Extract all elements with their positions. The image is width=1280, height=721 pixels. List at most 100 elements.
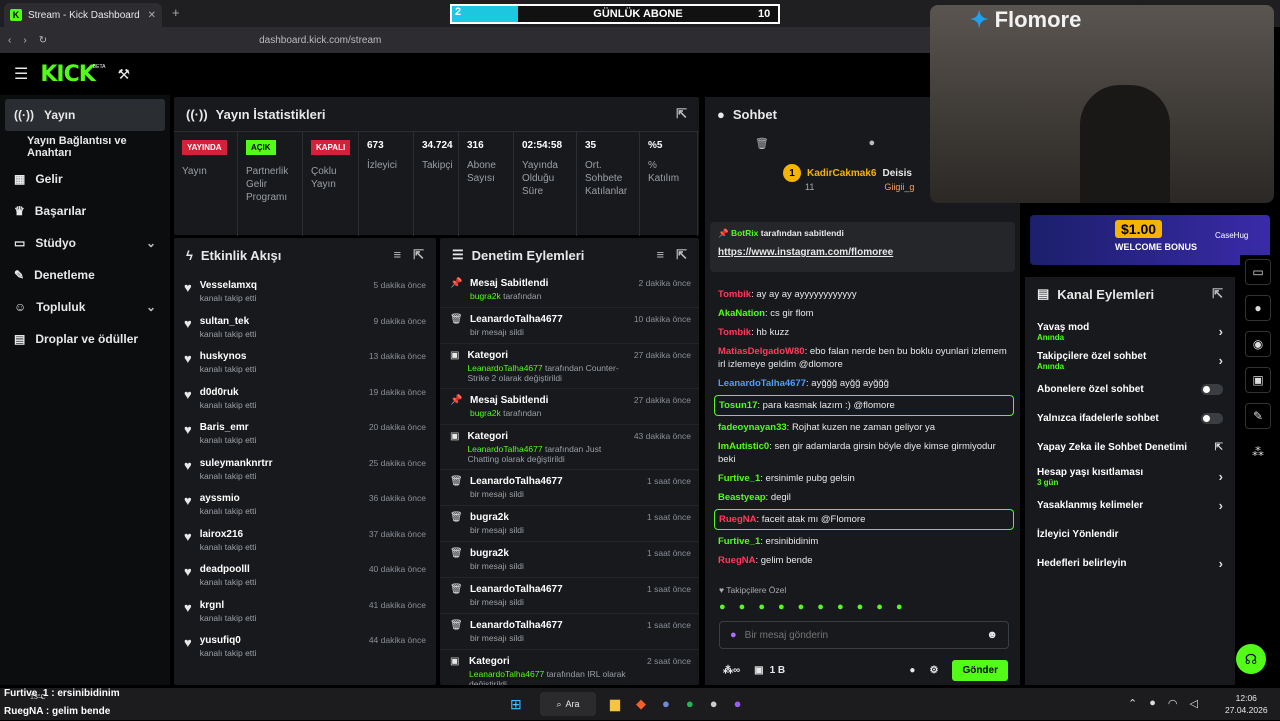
new-tab-icon[interactable]: + (172, 5, 180, 20)
emote-icon[interactable]: ● (739, 601, 746, 613)
popout-icon[interactable]: ⇱ (676, 247, 687, 263)
channel-action-item[interactable]: Yalnızca ifadelerle sohbet (1025, 404, 1235, 433)
list-item[interactable]: ♥ yusufiq0 kanalı takip etti 44 dakika önce (174, 627, 436, 663)
chevron-up-icon[interactable]: ⌃ (1128, 697, 1137, 710)
chat-username[interactable]: Furtive_1 (718, 473, 760, 484)
menu-icon[interactable]: ☰ (14, 64, 28, 84)
list-item[interactable]: 🗑 LeanardoTalha4677 bir mesajı sildi 10 dak… (440, 308, 699, 344)
trash-icon[interactable]: 🗑 (755, 137, 769, 150)
sidebar-item-denetleme[interactable]: ✎ Denetleme (0, 259, 170, 291)
list-item[interactable]: 📌 Mesaj Sabitlendi bugra2k tarafından 27 da… (440, 389, 699, 425)
list-item[interactable]: ♥ Baris_emr kanalı takip etti 20 dakika önc… (174, 414, 436, 450)
doc-icon[interactable]: ▭ (1245, 259, 1271, 285)
list-item[interactable]: ♥ huskynos kanalı takip etti 13 dakika önce (174, 343, 436, 379)
list-item[interactable]: 🗑 bugra2k bir mesajı sildi 1 saat önce (440, 542, 699, 578)
list-item[interactable]: ▣ Kategori LeanardoTalha4677 tarafından IR… (440, 650, 699, 685)
back-icon[interactable]: ‹ (8, 35, 11, 46)
filter-icon[interactable]: ≡ (657, 247, 665, 263)
channel-action-item[interactable]: Yapay Zeka ile Sohbet Denetimi ⇱ (1025, 433, 1235, 462)
list-item[interactable]: ♥ lairox216 kanalı takip etti 37 dakika önc… (174, 521, 436, 557)
popout-icon[interactable]: ⇱ (676, 106, 687, 122)
chat-username[interactable]: RuegNA (718, 555, 755, 566)
chat-username[interactable]: Tosun17 (719, 400, 757, 411)
url-field[interactable]: dashboard.kick.com/stream (259, 35, 381, 46)
toggle-switch[interactable] (1201, 413, 1223, 424)
sidebar-item-basarilar[interactable]: ♛ Başarılar (0, 195, 170, 227)
list-item[interactable]: ♥ ayssmio kanalı takip etti 36 dakika önce (174, 485, 436, 521)
steam-icon[interactable]: ● (710, 696, 718, 712)
chat-username[interactable]: ImAutistic0 (718, 441, 769, 452)
list-item[interactable]: 🗑 LeanardoTalha4677 bir mesajı sildi 1 saat… (440, 470, 699, 506)
emote-icon[interactable]: ● (778, 601, 785, 613)
emote-icon[interactable]: ● (876, 601, 883, 613)
wifi-icon[interactable]: ◠ (1168, 697, 1178, 710)
channel-action-item[interactable]: Hedefleri belirleyin › (1025, 549, 1235, 578)
mic-icon[interactable]: ● (1149, 697, 1156, 710)
chat-bubble-icon[interactable]: ● (1245, 295, 1271, 321)
popout-icon[interactable]: ⇱ (413, 247, 424, 263)
close-tab-icon[interactable]: ✕ (148, 10, 156, 21)
volume-icon[interactable]: ◁ (1189, 697, 1197, 710)
filter-icon[interactable]: ≡ (394, 247, 402, 263)
taskbar-search[interactable]: ⌕ Ara (540, 692, 596, 716)
list-item[interactable]: 📌 Mesaj Sabitlendi bugra2k tarafından 2 dak… (440, 272, 699, 308)
list-item[interactable]: 🗑 LeanardoTalha4677 bir mesajı sildi 1 saat… (440, 614, 699, 650)
list-item[interactable]: ♥ suleymanknrtrr kanalı takip etti 25 dakik… (174, 450, 436, 486)
channel-action-item[interactable]: Yasaklanmış kelimeler › (1025, 491, 1235, 520)
chat-username[interactable]: Tombik (718, 289, 751, 300)
list-item[interactable]: ♥ Vesselamxq kanalı takip etti 5 dakika önc… (174, 272, 436, 308)
channel-action-item[interactable]: Takipçilere özel sohbet Anında › (1025, 346, 1235, 375)
people-icon[interactable]: ⁂ (1245, 439, 1271, 465)
list-item[interactable]: ♥ deadpoolll kanalı takip etti 40 dakika ön… (174, 556, 436, 592)
channel-action-item[interactable]: İzleyici Yönlendir (1025, 520, 1235, 549)
emote-icon[interactable]: ● (817, 601, 824, 613)
sidebar-item-stream-key[interactable]: Yayın Bağlantısı ve Anahtarı (0, 131, 170, 163)
tool-icon[interactable]: ⚒ (117, 66, 130, 83)
emote-icon[interactable]: ● (719, 601, 726, 613)
gear-icon[interactable]: ⚙ (929, 665, 938, 676)
sidebar-item-gelir[interactable]: ▦ Gelir (0, 163, 170, 195)
sidebar-item-studyo[interactable]: ▭ Stüdyo ⌄ (0, 227, 170, 259)
windows-start-icon[interactable]: ⊞ (510, 696, 522, 713)
chat-username[interactable]: Tombik (718, 327, 751, 338)
gift-icon[interactable]: ⁂∞ (723, 665, 740, 676)
sidebar-item-yayin[interactable]: ((·)) Yayın (5, 99, 165, 131)
browser-tab[interactable]: K Stream - Kick Dashboard ✕ (4, 3, 162, 27)
emote-icon[interactable]: ● (798, 601, 805, 613)
reload-icon[interactable]: ↻ (39, 35, 47, 46)
send-button[interactable]: Gönder (952, 660, 1008, 681)
list-item[interactable]: ▣ Kategori LeanardoTalha4677 tarafından Ju… (440, 425, 699, 470)
emote-icon[interactable]: ● (896, 601, 903, 613)
chat-username[interactable]: Furtive_1 (718, 536, 760, 547)
list-item[interactable]: 🗑 LeanardoTalha4677 bir mesajı sildi 1 saat… (440, 578, 699, 614)
mic-icon[interactable]: ● (730, 629, 737, 641)
popout-icon[interactable]: ⇱ (1212, 286, 1223, 302)
chat-input-box[interactable]: ● ☻ (719, 621, 1009, 649)
chat-username[interactable]: AkaNation (718, 308, 765, 319)
list-item[interactable]: ♥ sultan_tek kanalı takip etti 9 dakika önc… (174, 308, 436, 344)
forward-icon[interactable]: › (23, 35, 26, 46)
brave-icon[interactable]: ◆ (636, 696, 646, 712)
emote-icon[interactable]: ● (857, 601, 864, 613)
list-item[interactable]: ▣ Kategori LeanardoTalha4677 tarafından Co… (440, 344, 699, 389)
chat-username[interactable]: RuegNA (719, 514, 756, 525)
chat-username[interactable]: Beastyeap (718, 492, 766, 503)
emote-icon[interactable]: ● (758, 601, 765, 613)
chat-bubble-icon[interactable]: ● (869, 137, 876, 150)
channel-action-item[interactable]: Yavaş mod Anında › (1025, 317, 1235, 346)
kick-logo[interactable]: KICK (40, 62, 95, 87)
pinned-link[interactable]: https://www.instagram.com/flomoree (718, 247, 1007, 258)
emote-icon[interactable]: ● (837, 601, 844, 613)
clock[interactable]: 12:06 27.04.2026 (1225, 692, 1268, 716)
list-item[interactable]: ♥ krgnl kanalı takip etti 41 dakika önce (174, 592, 436, 628)
toggle-switch[interactable] (1201, 384, 1223, 395)
chat-bubble-icon[interactable]: ● (909, 665, 915, 676)
discord-icon[interactable]: ● (662, 696, 670, 712)
sidebar-item-topluluk[interactable]: ☺ Topluluk ⌄ (0, 291, 170, 323)
list-item[interactable]: 🗑 bugra2k bir mesajı sildi 1 saat önce (440, 506, 699, 542)
channel-action-item[interactable]: Abonelere özel sohbet (1025, 375, 1235, 404)
broadcast-icon[interactable]: ◉ (1245, 331, 1271, 357)
chat-username[interactable]: LeanardoTalha4677 (718, 378, 806, 389)
support-icon[interactable]: ☊ (1236, 644, 1266, 674)
wrench-icon[interactable]: ✎ (1245, 403, 1271, 429)
